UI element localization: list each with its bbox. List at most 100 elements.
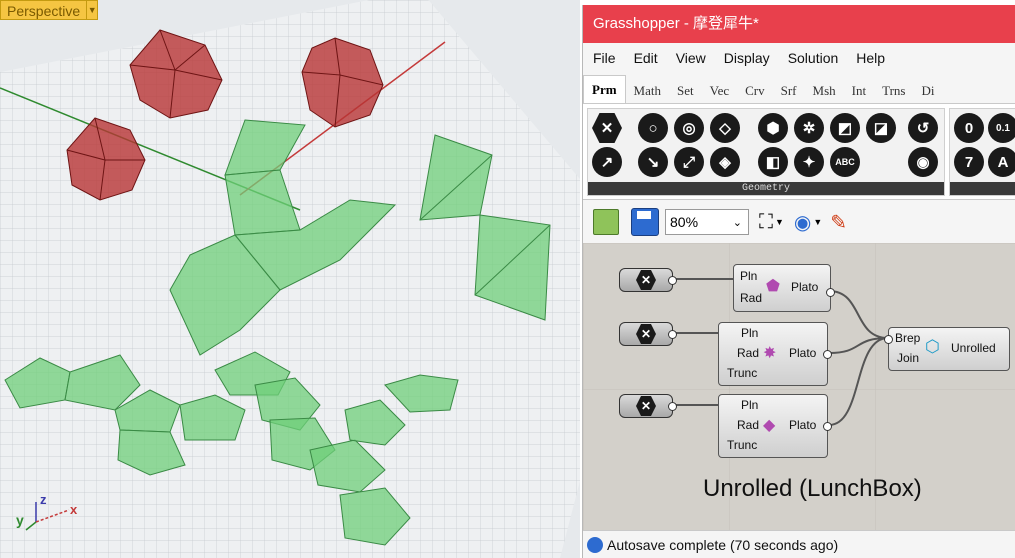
output-grip[interactable] <box>668 276 677 285</box>
perspective-viewport[interactable]: Perspective ▼ y z x <box>0 0 580 558</box>
grasshopper-window: Grasshopper - 摩登犀牛* File Edit View Displ… <box>582 5 1015 558</box>
param-brep-icon[interactable]: ⬢ <box>758 113 788 143</box>
primitive-panel: 0 0.1 7 A <box>949 108 1015 196</box>
menu-help[interactable]: Help <box>846 50 893 66</box>
dodecahedron-icon: ⬟ <box>766 278 780 295</box>
output-grip[interactable] <box>826 288 835 297</box>
tab-di[interactable]: Di <box>913 79 942 103</box>
tab-set[interactable]: Set <box>669 79 702 103</box>
input-trunc: Trunc <box>727 366 758 380</box>
zoom-extents-icon[interactable]: ⛶ <box>759 212 773 232</box>
menu-display[interactable]: Display <box>714 50 778 66</box>
zoom-value: 80% <box>670 214 699 230</box>
input-rad: Rad <box>740 291 763 305</box>
param-vector-icon[interactable]: ↗ <box>592 147 622 177</box>
zoom-select[interactable]: 80% ⌄ <box>665 209 749 235</box>
geometry-panel: ✕ ○ ◎ ◇ ⬢ ✲ ◩ ◪ ↺ ↗ ↘ ⤢ ◈ ◧ ✦ ABC ◉ Geom… <box>587 108 945 196</box>
param-arc-icon[interactable]: ◎ <box>674 113 704 143</box>
sketch-pen-icon[interactable]: ✎ <box>830 210 847 235</box>
param-node-3[interactable]: ✕ <box>619 394 673 418</box>
component-ribbon: ✕ ○ ◎ ◇ ⬢ ✲ ◩ ◪ ↺ ↗ ↘ ⤢ ◈ ◧ ✦ ABC ◉ Geom… <box>583 104 1015 200</box>
param-geometry-icon[interactable]: ◩ <box>830 113 860 143</box>
gh-canvas[interactable]: ✕ ✕ ✕ Pln Rad ⬟ Plato Pln Rad Trunc ✸ Pl… <box>583 243 1015 531</box>
plato-component-2[interactable]: Pln Rad Trunc ✸ Plato <box>718 322 828 386</box>
viewport-scene <box>0 0 580 558</box>
input-trunc: Trunc <box>727 438 758 452</box>
status-text: Autosave complete (70 seconds ago) <box>607 536 839 553</box>
tab-vec[interactable]: Vec <box>702 79 738 103</box>
unroll-icon: ⬡ <box>925 337 940 356</box>
open-folder-icon[interactable] <box>593 209 619 235</box>
close-icon: ✕ <box>636 270 656 290</box>
tab-int[interactable]: Int <box>844 79 874 103</box>
param-field-icon[interactable]: ✲ <box>794 113 824 143</box>
input-rad: Rad <box>737 346 760 360</box>
param-mesh-icon[interactable]: ◪ <box>866 113 896 143</box>
window-title-bar[interactable]: Grasshopper - 摩登犀牛* <box>583 5 1015 43</box>
param-string-icon[interactable]: A <box>988 147 1015 177</box>
icosahedron-icon: ✸ <box>763 345 777 362</box>
output-grip[interactable] <box>668 402 677 411</box>
output-grip[interactable] <box>823 350 832 359</box>
menu-solution[interactable]: Solution <box>778 50 847 66</box>
param-digit-icon[interactable]: 7 <box>954 147 984 177</box>
param-text-icon[interactable]: ABC <box>830 147 860 177</box>
menu-edit[interactable]: Edit <box>624 50 666 66</box>
input-pln: Pln <box>740 269 758 283</box>
panel-caption: Geometry <box>588 182 944 195</box>
param-point-icon[interactable]: ⤢ <box>674 147 704 177</box>
tab-srf[interactable]: Srf <box>773 79 805 103</box>
param-integer-icon[interactable]: 0 <box>954 113 984 143</box>
octahedron-icon: ◆ <box>763 417 776 434</box>
param-node-2[interactable]: ✕ <box>619 322 673 346</box>
axis-triad: y z x <box>14 492 84 542</box>
tab-prm[interactable]: Prm <box>583 75 626 103</box>
axis-label-x: x <box>70 502 78 517</box>
param-spiral-icon[interactable]: ◉ <box>908 147 938 177</box>
param-rectangle-icon[interactable]: ◈ <box>710 147 740 177</box>
param-line-icon[interactable]: ↘ <box>638 147 668 177</box>
viewport-title[interactable]: Perspective <box>0 0 88 20</box>
param-circle-icon[interactable]: ○ <box>638 113 668 143</box>
input-rad: Rad <box>737 418 760 432</box>
save-icon[interactable] <box>631 208 659 236</box>
menu-file[interactable]: File <box>583 50 624 66</box>
chevron-down-icon[interactable]: ▼ <box>813 217 822 227</box>
menu-bar: File Edit View Display Solution Help <box>583 43 1015 73</box>
tab-msh[interactable]: Msh <box>805 79 844 103</box>
tab-math[interactable]: Math <box>626 79 669 103</box>
param-generic-icon[interactable]: ✕ <box>592 113 622 143</box>
param-box-icon[interactable]: ◇ <box>710 113 740 143</box>
window-title: Grasshopper - 摩登犀牛* <box>593 15 759 32</box>
param-curve-icon[interactable]: ↺ <box>908 113 938 143</box>
param-number-icon[interactable]: 0.1 <box>988 113 1015 143</box>
plato-component-3[interactable]: Pln Rad Trunc ◆ Plato <box>718 394 828 458</box>
canvas-toolbar: 80% ⌄ ⛶ ▼ ◉ ▼ ✎ <box>583 200 1015 245</box>
output-plato: Plato <box>789 418 817 432</box>
param-surface-icon[interactable]: ◧ <box>758 147 788 177</box>
plato-component-1[interactable]: Pln Rad ⬟ Plato <box>733 264 831 312</box>
output-plato: Plato <box>791 280 819 294</box>
output-unrolled: Unrolled <box>951 341 996 355</box>
chevron-down-icon[interactable]: ▼ <box>775 217 784 227</box>
param-twisted-box-icon[interactable]: ✦ <box>794 147 824 177</box>
chevron-down-icon: ⌄ <box>732 216 742 229</box>
output-plato: Plato <box>789 346 817 360</box>
tab-crv[interactable]: Crv <box>737 79 773 103</box>
param-node-1[interactable]: ✕ <box>619 268 673 292</box>
chevron-down-icon[interactable]: ▼ <box>87 0 99 20</box>
close-icon: ✕ <box>636 324 656 344</box>
input-join: Join <box>897 351 920 365</box>
input-brep: Brep <box>895 331 921 345</box>
tab-trns[interactable]: Trns <box>874 79 913 103</box>
input-pln: Pln <box>741 326 759 340</box>
input-grip[interactable] <box>884 335 893 344</box>
output-grip[interactable] <box>823 422 832 431</box>
autosave-icon <box>587 536 603 553</box>
menu-view[interactable]: View <box>666 50 714 66</box>
status-bar: Autosave complete (70 seconds ago) <box>583 530 1015 558</box>
component-tabs: Prm Math Set Vec Crv Srf Msh Int Trns Di <box>583 73 1015 104</box>
unroll-component[interactable]: Brep Join ⬡ Unrolled <box>888 327 1010 371</box>
output-grip[interactable] <box>668 330 677 339</box>
preview-eye-icon[interactable]: ◉ <box>794 210 811 235</box>
